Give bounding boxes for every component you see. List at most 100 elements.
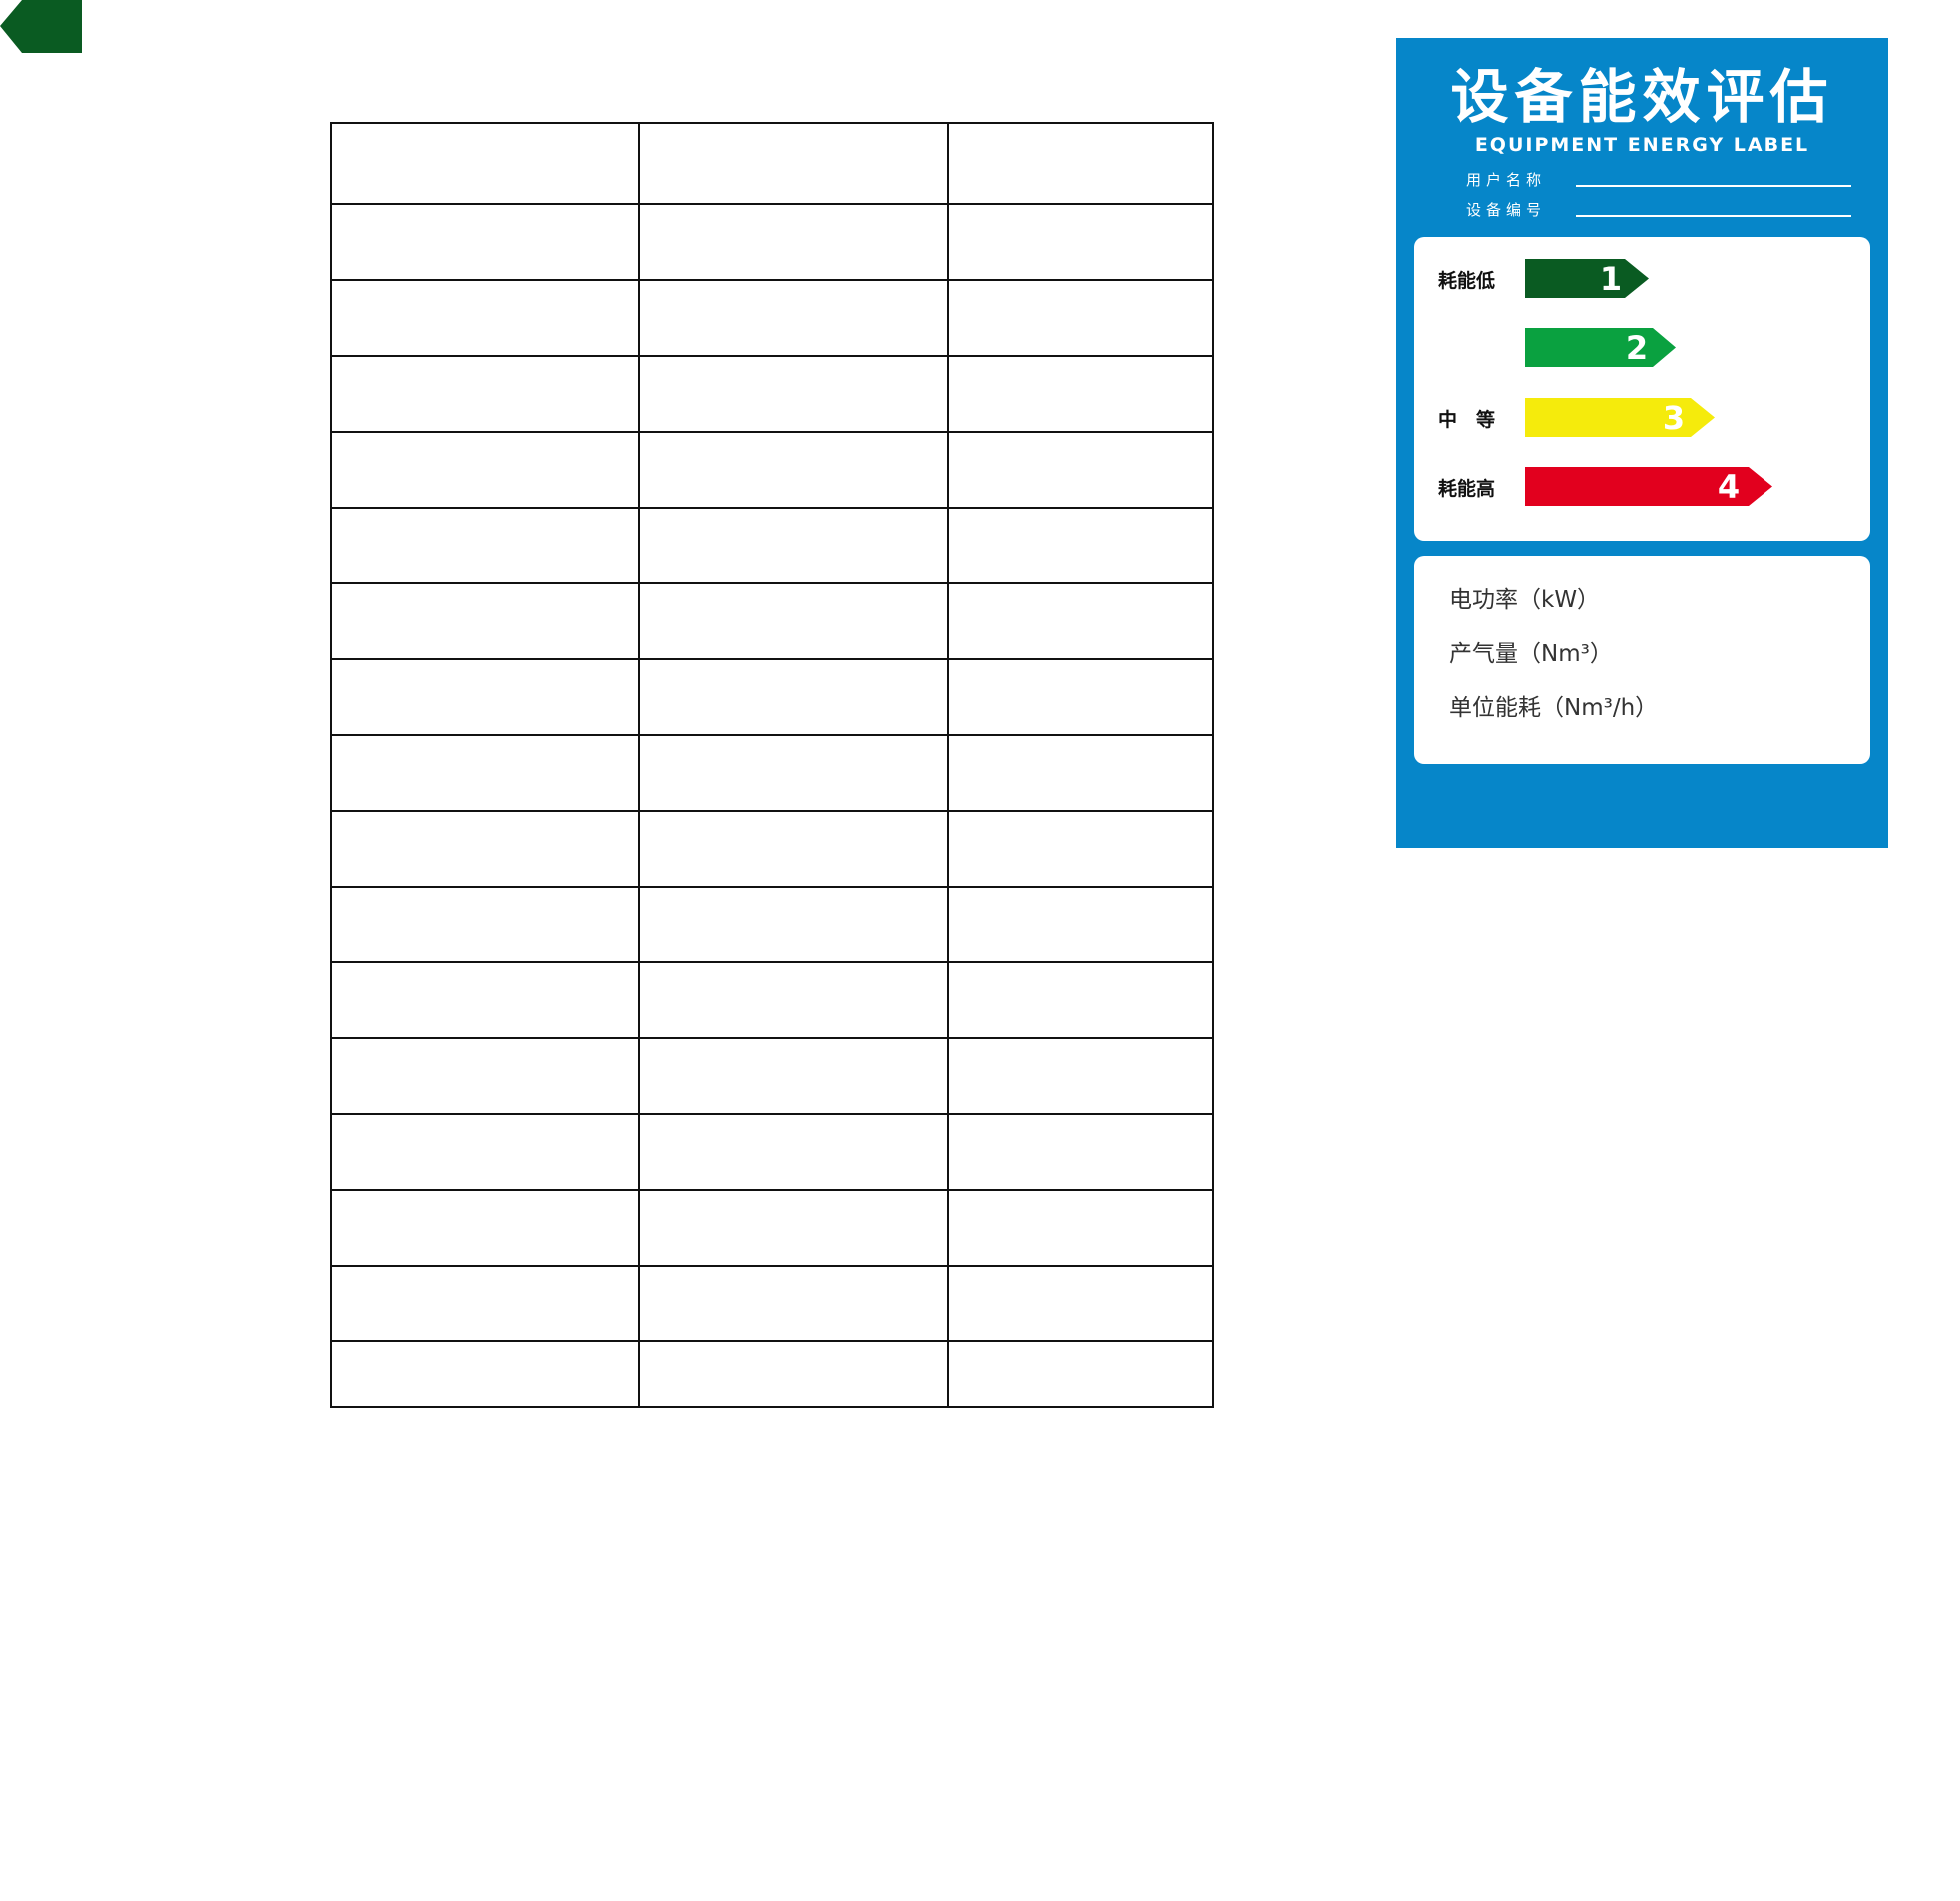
page: 设备能效评估 EQUIPMENT ENERGY LABEL 用户名称 设备编号 …: [0, 0, 1960, 1901]
table-cell[interactable]: [946, 961, 1215, 1039]
table-row: [329, 431, 1215, 509]
table-cell[interactable]: [946, 1037, 1215, 1115]
table-cell[interactable]: [638, 961, 949, 1039]
table-cell[interactable]: [329, 734, 641, 812]
table-cell[interactable]: [329, 279, 641, 357]
grade-row-1: 耗能低 1: [1414, 256, 1870, 300]
table-cell[interactable]: [946, 279, 1215, 357]
table-cell[interactable]: [329, 582, 641, 660]
table-cell[interactable]: [329, 355, 641, 433]
table-cell[interactable]: [638, 1340, 949, 1408]
energy-label-card: 设备能效评估 EQUIPMENT ENERGY LABEL 用户名称 设备编号 …: [1396, 38, 1888, 848]
grade-2-arrow-icon: 2: [1525, 328, 1676, 367]
device-number-line: [1576, 215, 1851, 217]
table-cell[interactable]: [946, 355, 1215, 433]
grade-row-4: 耗能高 4: [1414, 464, 1870, 508]
table-cell[interactable]: [329, 507, 641, 584]
table-cell[interactable]: [329, 1340, 641, 1408]
corner-tab-arrow-icon: [0, 0, 82, 53]
table-cell[interactable]: [638, 582, 949, 660]
table-row: [329, 886, 1215, 963]
grade-caption-low: 耗能低: [1438, 270, 1496, 292]
table-cell[interactable]: [329, 1189, 641, 1267]
grade-row-3: 中 等 3: [1414, 395, 1870, 439]
table-cell[interactable]: [638, 1113, 949, 1191]
user-name-label: 用户名称: [1466, 171, 1547, 189]
grade-1-number: 1: [1600, 260, 1622, 298]
table-cell[interactable]: [329, 886, 641, 963]
grade-4-arrow-icon: 4: [1525, 467, 1772, 506]
table-row: [329, 658, 1215, 736]
table-row: [329, 1189, 1215, 1267]
table-row: [329, 810, 1215, 888]
table-row: [329, 279, 1215, 357]
table-cell[interactable]: [329, 810, 641, 888]
table-cell[interactable]: [638, 734, 949, 812]
table-cell[interactable]: [638, 886, 949, 963]
table-cell[interactable]: [638, 203, 949, 281]
table-cell[interactable]: [329, 1265, 641, 1342]
user-name-field: 用户名称: [1466, 168, 1851, 190]
table-cell[interactable]: [946, 1265, 1215, 1342]
table-cell[interactable]: [946, 431, 1215, 509]
table-cell[interactable]: [638, 122, 949, 205]
table-row: [329, 1037, 1215, 1115]
table-cell[interactable]: [946, 122, 1215, 205]
user-name-line: [1576, 185, 1851, 187]
table-cell[interactable]: [946, 582, 1215, 660]
table-cell[interactable]: [329, 961, 641, 1039]
table-row: [329, 355, 1215, 433]
table-cell[interactable]: [946, 507, 1215, 584]
table-row: [329, 1113, 1215, 1191]
empty-data-table: [329, 122, 1215, 1408]
grade-2-number: 2: [1626, 329, 1648, 367]
table-cell[interactable]: [329, 122, 641, 205]
grade-caption-medium: 中 等: [1438, 409, 1496, 431]
table-row: [329, 734, 1215, 812]
table-row: [329, 1340, 1215, 1408]
table-cell[interactable]: [638, 279, 949, 357]
label-subtitle: EQUIPMENT ENERGY LABEL: [1474, 134, 1810, 156]
grade-4-number: 4: [1718, 468, 1740, 506]
table-cell[interactable]: [946, 1189, 1215, 1267]
table-row: [329, 507, 1215, 584]
table-cell[interactable]: [638, 1037, 949, 1115]
table-cell[interactable]: [946, 810, 1215, 888]
table-cell[interactable]: [638, 810, 949, 888]
grade-caption-high: 耗能高: [1438, 478, 1496, 500]
table-row: [329, 1265, 1215, 1342]
table-cell[interactable]: [638, 1189, 949, 1267]
gas-output-label: 产气量（Nm³）: [1449, 641, 1613, 667]
table-cell[interactable]: [946, 658, 1215, 736]
table-cell[interactable]: [329, 431, 641, 509]
table-cell[interactable]: [946, 886, 1215, 963]
grade-3-arrow-icon: 3: [1525, 398, 1715, 437]
table-cell[interactable]: [329, 203, 641, 281]
table-cell[interactable]: [329, 1037, 641, 1115]
device-number-label: 设备编号: [1466, 201, 1547, 219]
table-cell[interactable]: [946, 1340, 1215, 1408]
grade-3-number: 3: [1663, 399, 1685, 437]
table-cell[interactable]: [946, 1113, 1215, 1191]
table-cell[interactable]: [638, 355, 949, 433]
table-cell[interactable]: [638, 1265, 949, 1342]
table-row: [329, 122, 1215, 205]
label-title: 设备能效评估: [1450, 63, 1834, 131]
table-row: [329, 582, 1215, 660]
unit-consumption-label: 单位能耗（Nm³/h）: [1449, 695, 1659, 721]
table-cell[interactable]: [638, 507, 949, 584]
grade-scale-panel: 耗能低 1 2 中 等 3 耗能高 4: [1414, 237, 1870, 541]
grade-row-2: 2: [1414, 325, 1870, 369]
power-label: 电功率（kW）: [1449, 587, 1601, 613]
table-cell[interactable]: [638, 431, 949, 509]
table-cell[interactable]: [329, 1113, 641, 1191]
grade-1-arrow-icon: 1: [1525, 259, 1649, 298]
table-cell[interactable]: [946, 203, 1215, 281]
table-cell[interactable]: [638, 658, 949, 736]
table-cell[interactable]: [329, 658, 641, 736]
table-row: [329, 203, 1215, 281]
table-cell[interactable]: [946, 734, 1215, 812]
device-number-field: 设备编号: [1466, 198, 1851, 220]
spec-info-panel: 电功率（kW） 产气量（Nm³） 单位能耗（Nm³/h）: [1414, 556, 1870, 764]
table-row: [329, 961, 1215, 1039]
